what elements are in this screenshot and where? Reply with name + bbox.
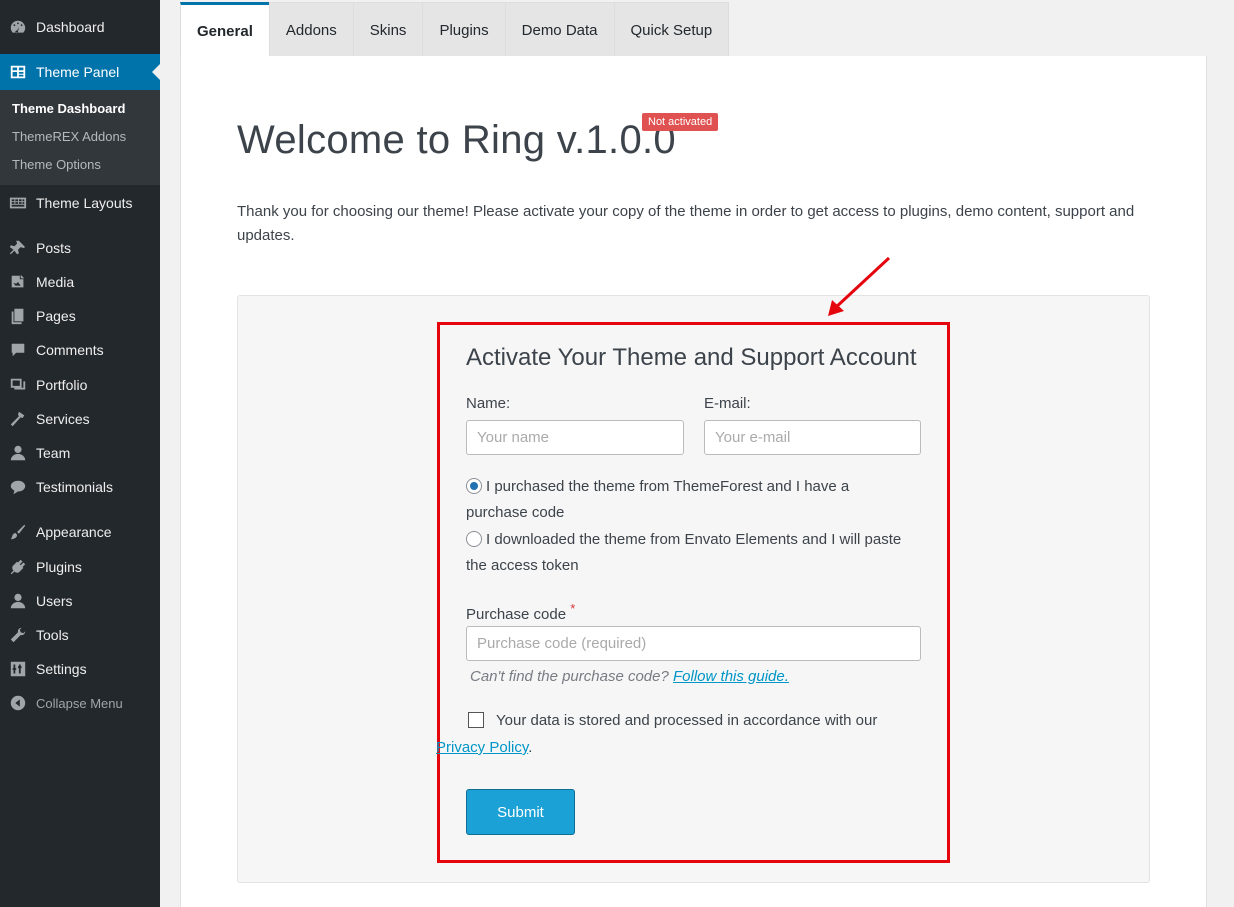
sidebar-item-theme-panel[interactable]: Theme Panel xyxy=(0,54,160,90)
radio-option-envato[interactable]: I downloaded the theme from Envato Eleme… xyxy=(466,527,906,579)
speech-bubble-icon xyxy=(0,478,36,496)
consent-period: . xyxy=(528,739,533,756)
submenu-theme-options[interactable]: Theme Options xyxy=(12,157,101,172)
tab-addons[interactable]: Addons xyxy=(268,2,354,57)
sidebar-item-label: Theme Panel xyxy=(36,64,120,80)
sidebar-item-theme-layouts[interactable]: Theme Layouts xyxy=(0,188,160,218)
theme-panel-submenu: Theme Dashboard ThemeREX Addons Theme Op… xyxy=(0,90,160,185)
submenu-themerex-addons[interactable]: ThemeREX Addons xyxy=(12,129,126,144)
users-icon xyxy=(0,592,36,610)
settings-sliders-icon xyxy=(0,660,36,678)
theme-panel-tabs: General Addons Skins Plugins Demo Data Q… xyxy=(180,2,730,57)
hammer-icon xyxy=(0,410,36,428)
sidebar-item-portfolio[interactable]: Portfolio xyxy=(0,370,160,400)
submenu-theme-dashboard[interactable]: Theme Dashboard xyxy=(12,101,125,116)
admin-sidebar: Dashboard Theme Panel Theme Dashboard Th… xyxy=(0,0,160,907)
sidebar-item-label: Pages xyxy=(36,308,76,324)
sidebar-item-label: Settings xyxy=(36,661,87,677)
pages-icon xyxy=(0,307,36,325)
plug-icon xyxy=(0,558,36,576)
sidebar-item-media[interactable]: Media xyxy=(0,267,160,297)
sidebar-item-team[interactable]: Team xyxy=(0,438,160,468)
sidebar-item-posts[interactable]: Posts xyxy=(0,233,160,263)
email-input[interactable] xyxy=(704,420,921,455)
collapse-icon xyxy=(0,694,36,712)
tab-general[interactable]: General xyxy=(180,2,270,57)
sidebar-item-label: Users xyxy=(36,593,73,609)
sidebar-item-label: Testimonials xyxy=(36,479,114,495)
sidebar-item-label: Appearance xyxy=(36,524,112,540)
sidebar-item-label: Dashboard xyxy=(36,19,105,35)
tab-quick-setup[interactable]: Quick Setup xyxy=(613,2,730,57)
sidebar-item-appearance[interactable]: Appearance xyxy=(0,517,160,547)
form-title: Activate Your Theme and Support Account xyxy=(466,344,917,371)
purchase-code-input[interactable] xyxy=(466,626,921,661)
radio-label-envato: I downloaded the theme from Envato Eleme… xyxy=(466,531,902,574)
submit-button[interactable]: Submit xyxy=(466,789,575,835)
sidebar-item-label: Portfolio xyxy=(36,377,88,393)
wrench-icon xyxy=(0,626,36,644)
theme-panel-icon xyxy=(0,63,36,81)
hint-text: Can't find the purchase code? xyxy=(470,668,669,685)
collapse-menu-label: Collapse Menu xyxy=(36,695,123,711)
tab-skins[interactable]: Skins xyxy=(352,2,424,57)
red-arrow-annotation xyxy=(828,256,891,316)
intro-text: Thank you for choosing our theme! Please… xyxy=(237,203,1135,244)
dashboard-icon xyxy=(0,18,36,36)
user-icon xyxy=(0,444,36,462)
comments-icon xyxy=(0,341,36,359)
collapse-menu-button[interactable]: Collapse Menu xyxy=(0,688,160,718)
sidebar-item-services[interactable]: Services xyxy=(0,404,160,434)
current-indicator xyxy=(152,64,160,80)
name-input[interactable] xyxy=(466,420,684,455)
sidebar-item-label: Media xyxy=(36,274,75,290)
tab-demo-data[interactable]: Demo Data xyxy=(504,2,615,57)
sidebar-item-comments[interactable]: Comments xyxy=(0,335,160,365)
purchase-code-hint: Can't find the purchase code? Follow thi… xyxy=(470,668,789,685)
purchase-code-label: Purchase code * xyxy=(466,601,575,623)
name-label: Name: xyxy=(466,395,511,412)
pin-icon xyxy=(0,239,36,257)
sidebar-item-settings[interactable]: Settings xyxy=(0,654,160,684)
highlight-box xyxy=(437,322,950,863)
radio-label-themeforest: I purchased the theme from ThemeForest a… xyxy=(466,478,850,521)
sidebar-item-tools[interactable]: Tools xyxy=(0,620,160,650)
page-title: Welcome to Ring v.1.0.0 xyxy=(237,118,676,162)
sidebar-item-pages[interactable]: Pages xyxy=(0,301,160,331)
sidebar-item-label: Theme Layouts xyxy=(36,195,133,211)
sidebar-item-label: Tools xyxy=(36,627,69,643)
brush-icon xyxy=(0,523,36,541)
radio-button-checked[interactable] xyxy=(466,478,482,494)
portfolio-icon xyxy=(0,376,36,394)
radio-option-themeforest[interactable]: I purchased the theme from ThemeForest a… xyxy=(466,474,906,526)
consent-label: Your data is stored and processed in acc… xyxy=(496,712,878,729)
sidebar-item-users[interactable]: Users xyxy=(0,586,160,616)
follow-guide-link[interactable]: Follow this guide. xyxy=(673,668,789,685)
sidebar-item-label: Comments xyxy=(36,342,104,358)
layouts-icon xyxy=(0,194,36,212)
purchase-code-label-text: Purchase code xyxy=(466,606,567,623)
privacy-policy-link[interactable]: Privacy Policy xyxy=(436,739,528,756)
sidebar-item-label: Plugins xyxy=(36,559,82,575)
media-icon xyxy=(0,273,36,291)
consent-text: Your data is stored and processed in acc… xyxy=(436,707,916,761)
sidebar-item-dashboard[interactable]: Dashboard xyxy=(0,12,160,42)
sidebar-item-testimonials[interactable]: Testimonials xyxy=(0,472,160,502)
status-badge: Not activated xyxy=(642,113,719,131)
radio-button[interactable] xyxy=(466,531,482,547)
sidebar-item-label: Posts xyxy=(36,240,72,256)
required-mark: * xyxy=(570,601,576,616)
sidebar-item-label: Team xyxy=(36,445,71,461)
sidebar-item-label: Services xyxy=(36,411,90,427)
email-label: E-mail: xyxy=(704,395,751,412)
tab-plugins[interactable]: Plugins xyxy=(422,2,506,57)
sidebar-item-plugins[interactable]: Plugins xyxy=(0,552,160,582)
